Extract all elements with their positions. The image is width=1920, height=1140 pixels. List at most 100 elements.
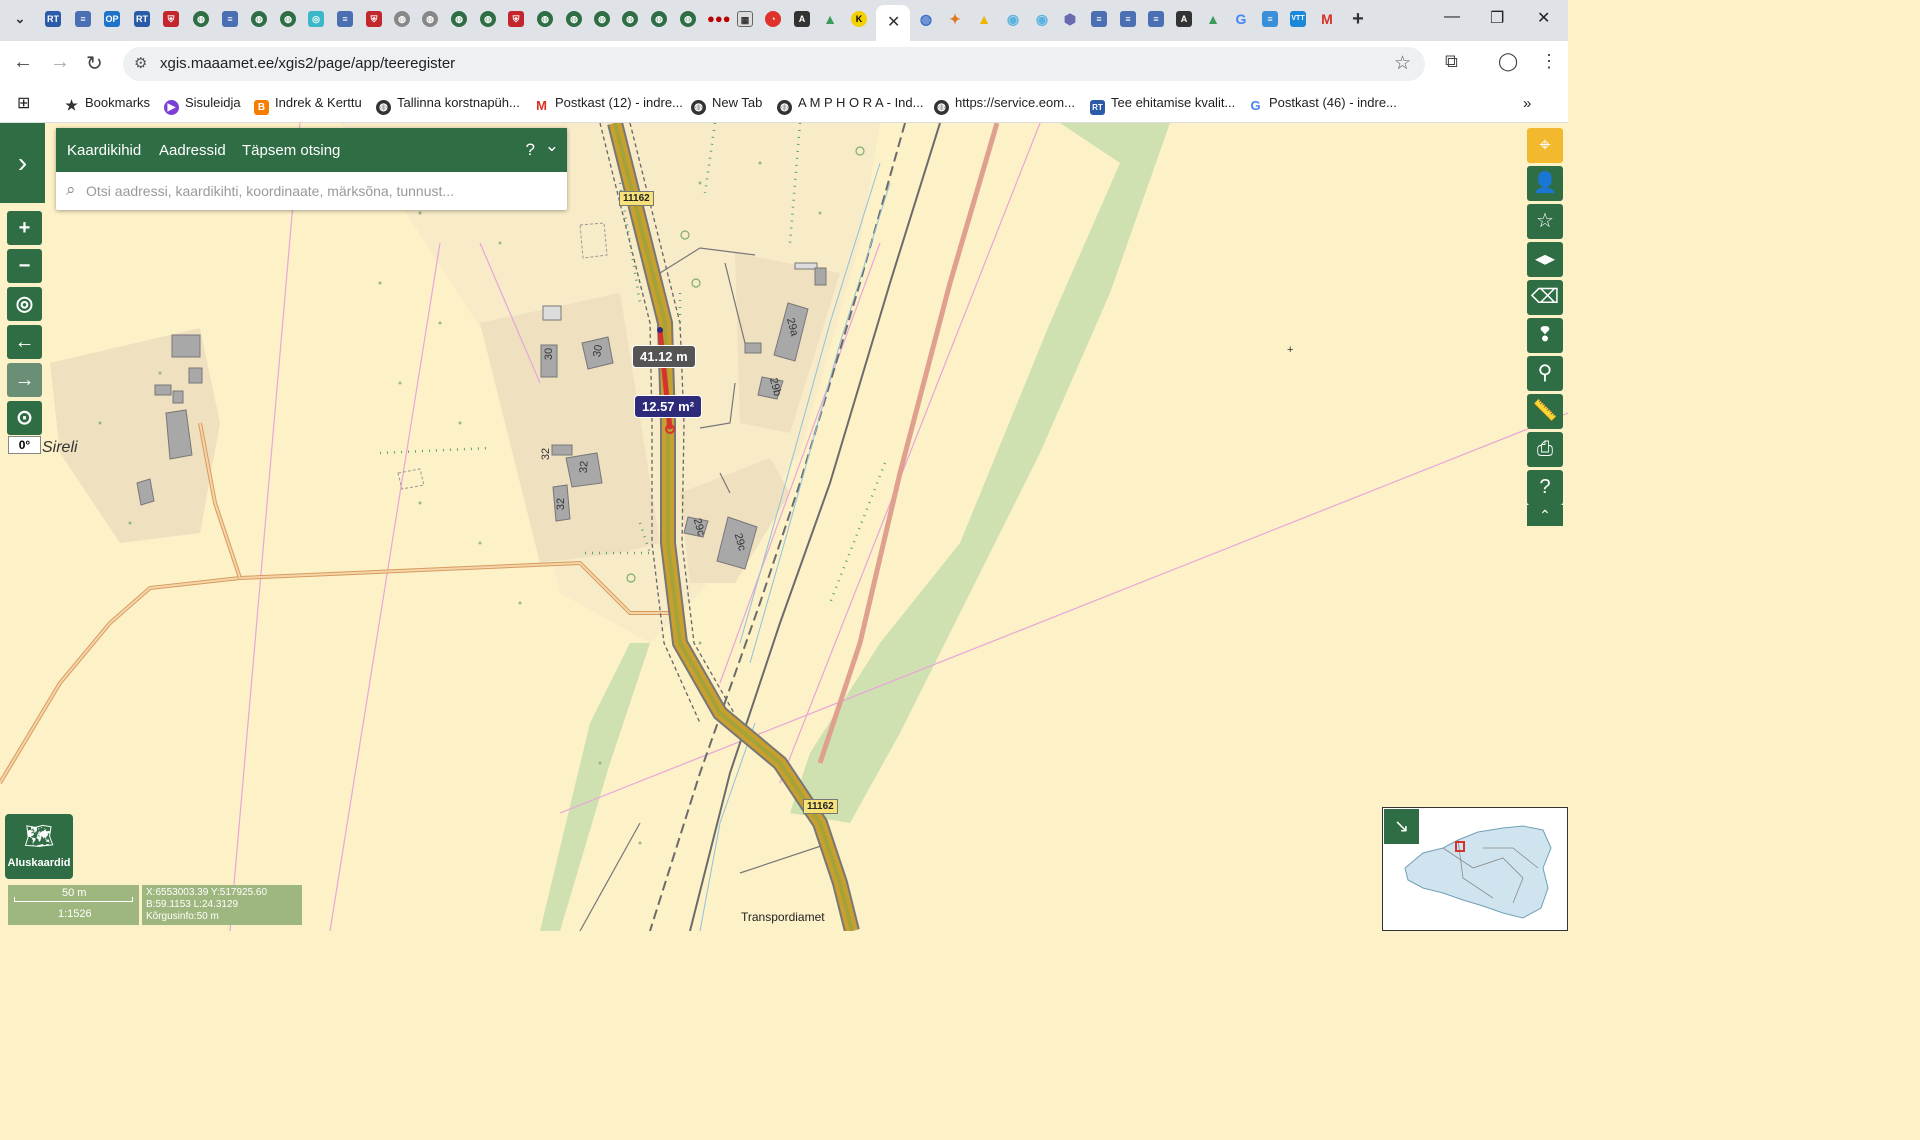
- close-tab-icon[interactable]: ✕: [887, 12, 900, 32]
- reload-icon[interactable]: ↻: [86, 51, 103, 76]
- tab-favicon-eye2[interactable]: ◉: [1034, 11, 1050, 27]
- tab-tapsem-otsing[interactable]: Täpsem otsing: [242, 142, 340, 159]
- tab-favicon-globe5[interactable]: ◍: [480, 11, 496, 27]
- tab-favicon-img[interactable]: ▦: [737, 11, 753, 27]
- measure-button[interactable]: 📏: [1527, 394, 1563, 429]
- tab-favicon-k[interactable]: K: [851, 11, 867, 27]
- tab-favicon-doc2[interactable]: ≡: [222, 11, 238, 27]
- apps-grid-icon[interactable]: ⊞: [17, 93, 30, 113]
- tab-favicon-globe11[interactable]: ◍: [680, 11, 696, 27]
- extensions-icon[interactable]: ⧉: [1445, 51, 1458, 72]
- tab-favicon-eye[interactable]: ◉: [1005, 11, 1021, 27]
- user-button[interactable]: 👤: [1527, 166, 1563, 201]
- tab-favicon-cube[interactable]: ⬢: [1062, 11, 1078, 27]
- tab-favicon-globe[interactable]: ◍: [193, 11, 209, 27]
- tab-favicon-red[interactable]: ◔: [765, 11, 781, 27]
- search-input[interactable]: [86, 181, 546, 201]
- route-tool-button[interactable]: ⌖: [1527, 128, 1563, 163]
- tab-favicon-globe6[interactable]: ◍: [537, 11, 553, 27]
- tab-favicon-green[interactable]: ▲: [822, 11, 838, 27]
- tab-favicon-globe-blue[interactable]: ◍: [918, 11, 934, 27]
- locate-me-button[interactable]: ◎: [7, 287, 42, 321]
- new-tab-icon[interactable]: +: [1350, 9, 1366, 29]
- basemaps-button[interactable]: 🗺 Aluskaardid: [5, 814, 73, 879]
- tab-favicon-globe3[interactable]: ◍: [280, 11, 296, 27]
- collapse-overview-button[interactable]: ↘: [1384, 809, 1419, 844]
- bookmark-item[interactable]: G Postkast (46) - indre...: [1248, 95, 1396, 113]
- collapse-chevron-icon[interactable]: ⌄: [545, 136, 559, 156]
- zoom-out-button[interactable]: −: [7, 249, 42, 283]
- tab-favicon-doc6[interactable]: ≡: [1148, 11, 1164, 27]
- active-tab[interactable]: ✕: [876, 5, 910, 41]
- tab-favicon-green2[interactable]: ▲: [1205, 11, 1221, 27]
- bookmark-item[interactable]: ◍ A M P H O R A - Ind...: [777, 95, 923, 115]
- bookmark-item[interactable]: ▶ Sisuleidja: [164, 95, 241, 115]
- bookmark-item[interactable]: ◍ Tallinna korstnapüh...: [376, 95, 520, 115]
- next-extent-button[interactable]: →: [7, 363, 42, 397]
- collapse-toolbar-button[interactable]: ⌃: [1527, 505, 1563, 526]
- tab-kaardikihid[interactable]: Kaardikihid: [67, 142, 141, 159]
- tab-favicon-globe2[interactable]: ◍: [251, 11, 267, 27]
- profile-icon[interactable]: ◯: [1498, 51, 1518, 72]
- zoom-in-button[interactable]: +: [7, 211, 42, 245]
- help-button[interactable]: ?: [526, 140, 535, 160]
- compass-button[interactable]: ⊙: [7, 401, 42, 435]
- tab-favicon-teal[interactable]: ◎: [308, 11, 324, 27]
- url-text[interactable]: xgis.maaamet.ee/xgis2/page/app/teeregist…: [160, 55, 455, 72]
- window-close-icon[interactable]: ✕: [1537, 8, 1550, 28]
- tab-favicon-doc7[interactable]: ≡: [1262, 11, 1278, 27]
- bookmark-item[interactable]: ★ Bookmarks: [64, 95, 150, 113]
- minimize-icon[interactable]: —: [1444, 8, 1460, 26]
- tab-favicon-grey2[interactable]: ◍: [422, 11, 438, 27]
- favorites-button[interactable]: ☆: [1527, 204, 1563, 239]
- eraser-button[interactable]: ⌫: [1527, 280, 1563, 315]
- more-bookmarks-icon[interactable]: »: [1523, 95, 1531, 112]
- bookmark-item[interactable]: M Postkast (12) - indre...: [534, 95, 683, 113]
- tab-favicon-shield[interactable]: ⛨: [163, 11, 179, 27]
- bookmark-item[interactable]: ◍ New Tab: [691, 95, 762, 115]
- tab-favicon-dark2[interactable]: A: [1176, 11, 1192, 27]
- tab-favicon-doc3[interactable]: ≡: [337, 11, 353, 27]
- overview-map[interactable]: ↘: [1382, 807, 1568, 931]
- tab-favicon-doc[interactable]: ≡: [75, 11, 91, 27]
- bookmark-star-icon[interactable]: ☆: [1394, 52, 1411, 75]
- tab-favicon-vtt[interactable]: VTT: [1290, 11, 1306, 27]
- tab-favicon-globe10[interactable]: ◍: [651, 11, 667, 27]
- feedback-button[interactable]: ❢: [1527, 318, 1563, 353]
- browser-menu-icon[interactable]: ⋮: [1540, 51, 1558, 72]
- url-field[interactable]: ⚙ xgis.maaamet.ee/xgis2/page/app/teeregi…: [123, 47, 1425, 81]
- tab-favicon-globe4[interactable]: ◍: [451, 11, 467, 27]
- tab-favicon-doc5[interactable]: ≡: [1120, 11, 1136, 27]
- tab-favicon-grey[interactable]: ◍: [394, 11, 410, 27]
- marker-button[interactable]: ⚲: [1527, 356, 1563, 391]
- forward-icon[interactable]: →: [50, 51, 70, 74]
- tab-favicon-op[interactable]: OP: [104, 11, 120, 27]
- tab-favicon-shield3[interactable]: ⛨: [508, 11, 524, 27]
- tab-favicon-drive[interactable]: ▲: [976, 11, 992, 27]
- back-icon[interactable]: ←: [13, 51, 33, 74]
- bookmark-item[interactable]: B Indrek & Kerttu: [254, 95, 362, 115]
- tab-favicon-rt2[interactable]: RT: [134, 11, 150, 27]
- tab-favicon-globe9[interactable]: ◍: [622, 11, 638, 27]
- tab-favicon-google[interactable]: G: [1233, 11, 1249, 27]
- previous-extent-button[interactable]: ←: [7, 325, 42, 359]
- tab-favicon-dark[interactable]: A: [794, 11, 810, 27]
- tab-search-icon[interactable]: ⌄: [12, 11, 28, 27]
- restore-icon[interactable]: ❐: [1490, 8, 1504, 28]
- tab-favicon-dots[interactable]: ●●●: [707, 11, 731, 27]
- print-button[interactable]: ⎙: [1527, 432, 1563, 467]
- map-canvas[interactable]: 11162 11162 Sireli 41.12 m 12.57 m² Tran…: [0, 123, 1568, 931]
- tab-favicon-doc4[interactable]: ≡: [1091, 11, 1107, 27]
- tab-favicon-shield2[interactable]: ⛨: [366, 11, 382, 27]
- open-side-panel-button[interactable]: ›: [0, 123, 45, 203]
- bookmark-item[interactable]: RT Tee ehitamise kvalit...: [1090, 95, 1235, 115]
- compare-button[interactable]: ◂▸: [1527, 242, 1563, 277]
- tab-aadressid[interactable]: Aadressid: [159, 142, 226, 159]
- help-tool-button[interactable]: ?: [1527, 470, 1563, 505]
- bookmark-item[interactable]: ◍ https://service.eom...: [934, 95, 1075, 115]
- site-info-icon[interactable]: ⚙: [134, 54, 147, 72]
- tab-favicon-rt[interactable]: RT: [45, 11, 61, 27]
- tab-favicon-globe7[interactable]: ◍: [566, 11, 582, 27]
- tab-favicon-gmail[interactable]: M: [1319, 11, 1335, 27]
- tab-favicon-globe8[interactable]: ◍: [594, 11, 610, 27]
